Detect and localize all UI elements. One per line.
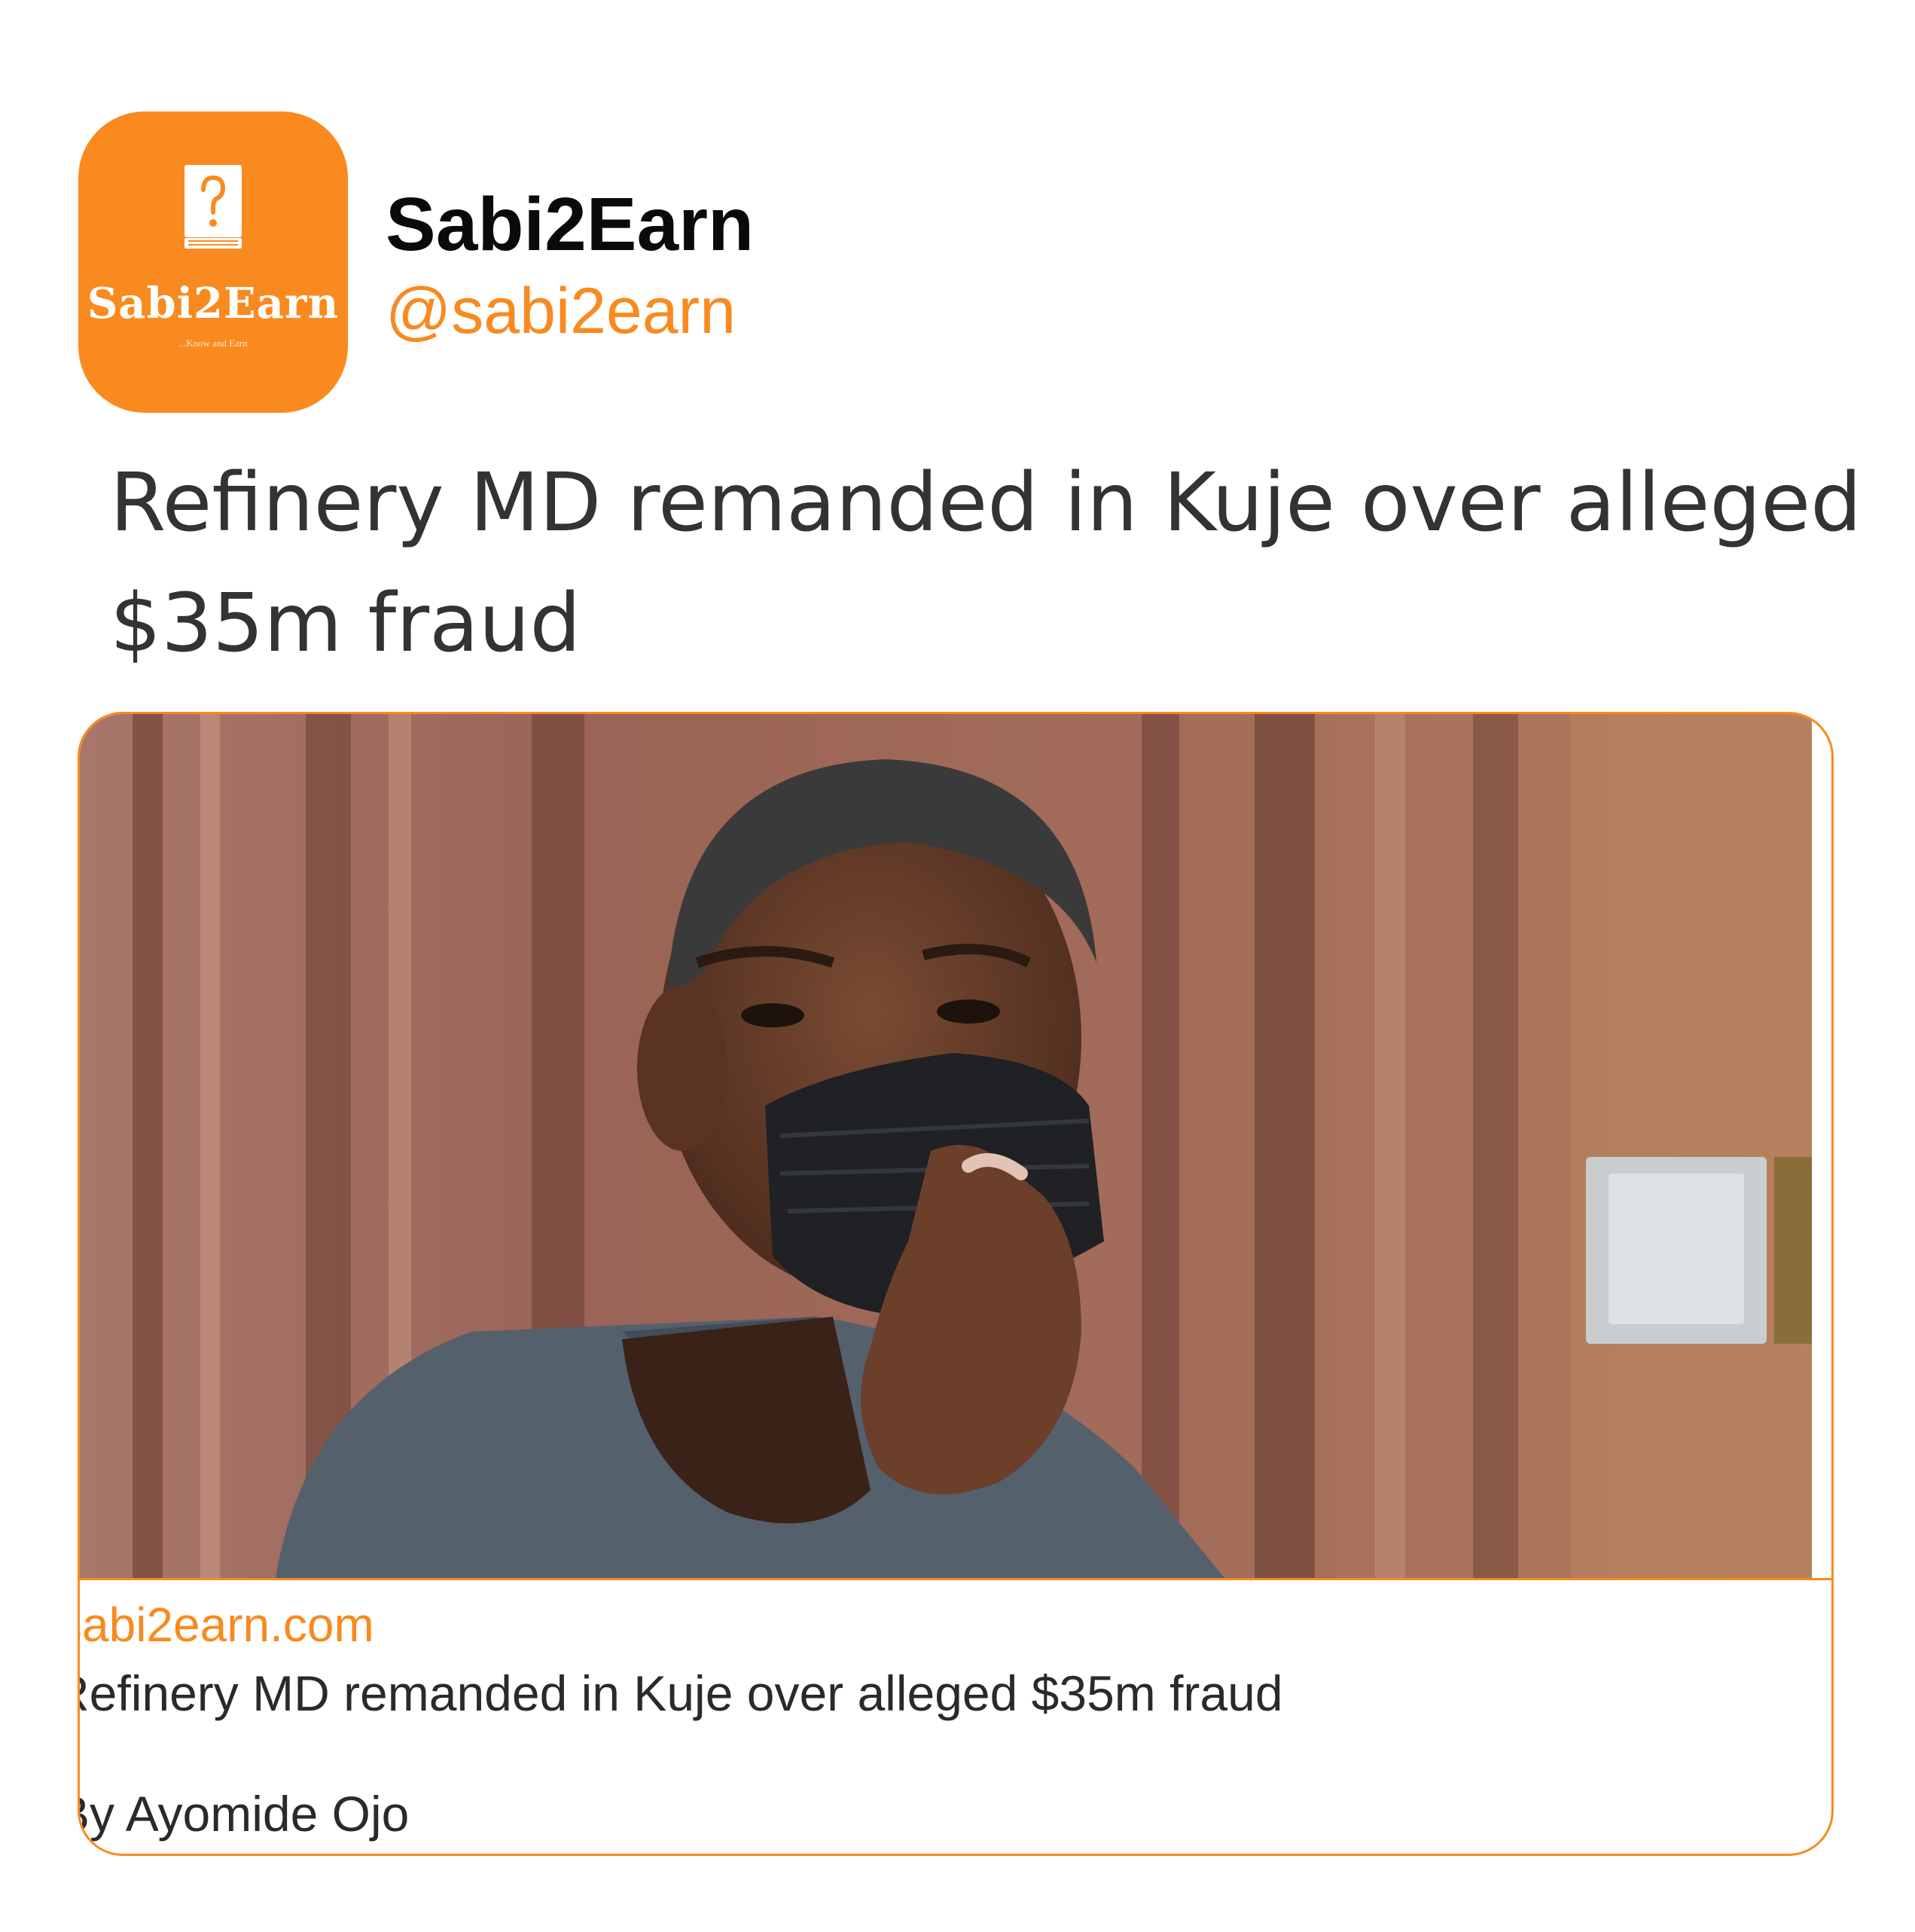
link-card-image[interactable] — [80, 714, 1812, 1578]
link-card[interactable]: sabi2earn.com Refinery MD remanded in Ku… — [78, 712, 1834, 1856]
link-card-byline: By Ayomide Ojo — [78, 1786, 410, 1842]
link-card-domain[interactable]: sabi2earn.com — [80, 1601, 374, 1649]
tweet-text: Refinery MD remanded in Kuje over allege… — [110, 456, 1862, 670]
account-avatar[interactable]: Sabi2Earn ...Know and Earn — [78, 111, 348, 413]
link-card-title[interactable]: Refinery MD remanded in Kuje over allege… — [80, 1668, 1283, 1718]
question-book-icon — [184, 165, 242, 249]
account-handle[interactable]: @sabi2earn — [386, 279, 736, 343]
avatar-tagline: ...Know and Earn — [178, 337, 248, 349]
account-display-name[interactable]: Sabi2Earn — [386, 187, 754, 262]
avatar-logo-text: Sabi2Earn — [87, 279, 340, 328]
